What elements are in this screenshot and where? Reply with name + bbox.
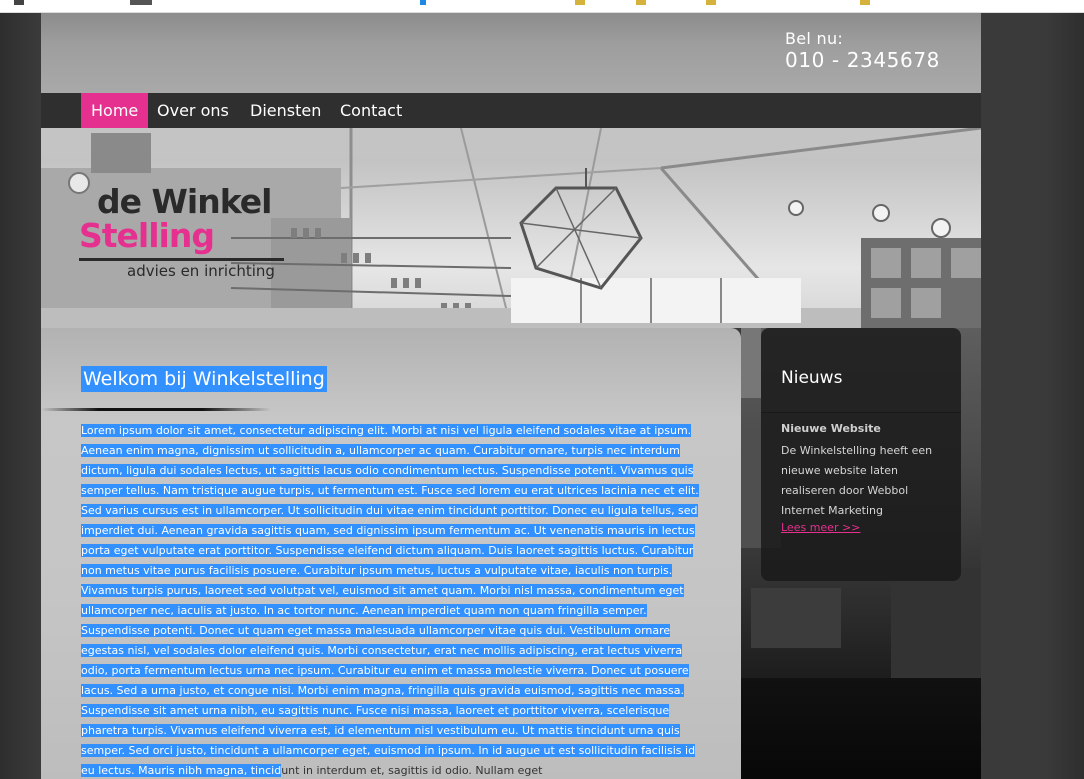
main-nav: Home Over ons Diensten Contact xyxy=(41,93,981,128)
hero-banner-image: de Winkel Stelling advies en inrichting xyxy=(41,128,981,328)
nav-item-over-ons[interactable]: Over ons xyxy=(147,93,239,128)
browser-strip-fragment xyxy=(130,0,152,5)
main-content: Welkom bij Winkelstelling Lorem ipsum do… xyxy=(41,328,741,779)
browser-strip-fragment xyxy=(706,0,716,5)
browser-strip-fragment xyxy=(860,0,870,5)
nav-item-home[interactable]: Home xyxy=(81,93,149,128)
news-divider xyxy=(761,412,961,413)
news-panel: Nieuws Nieuwe Website De Winkelstelling … xyxy=(761,328,961,581)
browser-strip-fragment xyxy=(575,0,585,5)
read-more-link[interactable]: Lees meer >> xyxy=(781,521,860,534)
nav-item-diensten[interactable]: Diensten xyxy=(240,93,331,128)
logo-text-stelling: Stelling xyxy=(79,216,215,255)
browser-strip-fragment xyxy=(14,0,24,5)
browser-strip-fragment xyxy=(420,0,426,5)
site-container: Bel nu: 010 - 2345678 Home Over ons Dien… xyxy=(41,13,981,779)
title-divider xyxy=(41,408,271,411)
site-header: Bel nu: 010 - 2345678 xyxy=(41,13,981,93)
intro-paragraph: Lorem ipsum dolor sit amet, consectetur … xyxy=(81,421,701,779)
logo-underline xyxy=(79,258,284,261)
browser-strip-fragment xyxy=(636,0,646,5)
nav-item-contact[interactable]: Contact xyxy=(330,93,412,128)
phone-label: Bel nu: xyxy=(785,29,844,48)
news-title: Nieuws xyxy=(781,368,843,388)
news-item-body: De Winkelstelling heeft een nieuwe websi… xyxy=(781,444,933,517)
browser-tab-strip xyxy=(0,0,1084,13)
phone-number: 010 - 2345678 xyxy=(785,48,940,72)
logo-tagline: advies en inrichting xyxy=(127,262,275,280)
page-title: Welkom bij Winkelstelling xyxy=(81,366,327,392)
winkelstelling-logo[interactable]: de Winkel Stelling advies en inrichting xyxy=(79,180,289,290)
selected-text: Lorem ipsum dolor sit amet, consectetur … xyxy=(81,424,699,777)
news-item-title: Nieuwe Website xyxy=(781,422,881,435)
unselected-text: unt in interdum et, sagittis id odio. Nu… xyxy=(281,764,543,777)
